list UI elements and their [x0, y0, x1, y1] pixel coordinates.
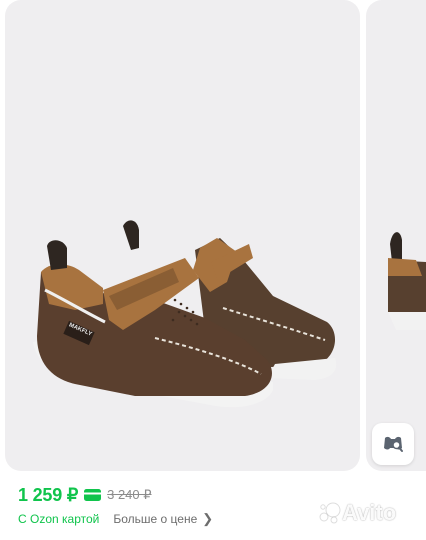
price-row: 1 259 ₽ 3 240 ₽	[18, 484, 152, 506]
next-image-card[interactable]	[366, 0, 426, 471]
avito-watermark: Avito	[318, 500, 396, 526]
ozon-card-label: С Ozon картой	[18, 512, 100, 526]
chevron-right-icon: ❯	[202, 511, 214, 526]
next-product-image	[388, 232, 426, 330]
more-about-price-label: Больше о цене	[113, 512, 198, 526]
product-image	[33, 220, 337, 408]
visual-search-button[interactable]	[372, 423, 414, 465]
avito-watermark-text: Avito	[342, 500, 397, 525]
current-price: 1 259 ₽	[18, 484, 79, 505]
visual-search-icon	[384, 436, 403, 452]
card-icon	[84, 489, 102, 501]
image-gallery[interactable]: MAKFLY	[0, 0, 426, 474]
more-about-price-link[interactable]: Больше о цене ❯	[113, 511, 213, 527]
old-price: 3 240 ₽	[107, 487, 152, 502]
price-subrow: С Ozon картой Больше о цене ❯	[18, 511, 213, 527]
avito-logo-icon	[319, 502, 341, 524]
product-image-card[interactable]: MAKFLY	[5, 0, 360, 471]
